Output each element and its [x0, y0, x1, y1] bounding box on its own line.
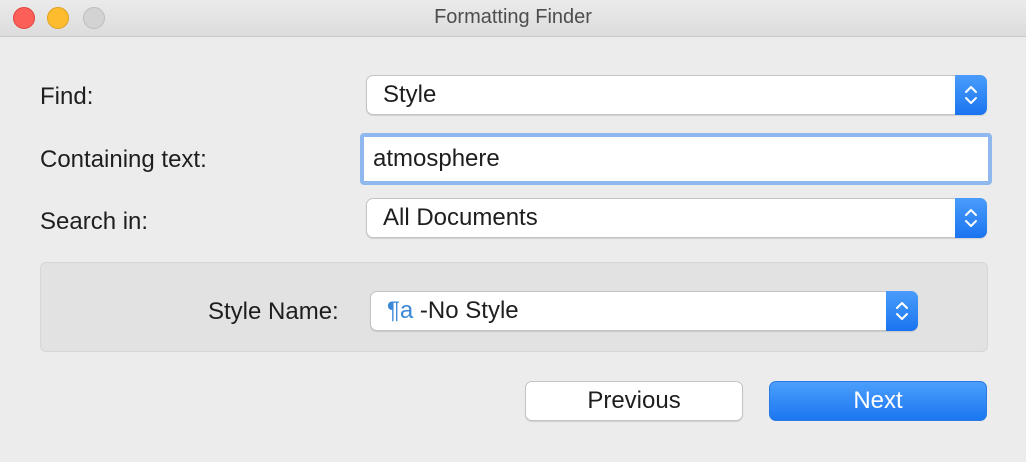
chevron-up-down-icon [955, 198, 987, 238]
formatting-finder-window: Formatting Finder Find: Style Containing… [0, 0, 1026, 462]
containing-text-input[interactable]: atmosphere [360, 133, 992, 185]
style-name-value: -No Style [419, 297, 519, 324]
search-in-popup[interactable]: All Documents [366, 198, 987, 238]
style-name-label: Style Name: [208, 298, 339, 325]
find-popup[interactable]: Style [366, 75, 987, 115]
search-in-label: Search in: [40, 208, 149, 235]
containing-text-label: Containing text: [40, 146, 207, 173]
paragraph-style-icon: ¶a [387, 297, 414, 324]
previous-button[interactable]: Previous [525, 381, 743, 421]
chevron-up-down-icon [955, 75, 987, 115]
next-button[interactable]: Next [769, 381, 987, 421]
window-title: Formatting Finder [434, 6, 592, 28]
style-name-popup-content: ¶a -No Style [387, 297, 519, 325]
search-in-popup-value: All Documents [383, 204, 538, 231]
style-name-popup[interactable]: ¶a -No Style [370, 291, 918, 331]
chevron-up-down-icon [886, 291, 918, 331]
find-popup-value: Style [383, 81, 437, 108]
title-bar[interactable]: Formatting Finder [0, 0, 1026, 37]
find-label: Find: [40, 83, 94, 110]
